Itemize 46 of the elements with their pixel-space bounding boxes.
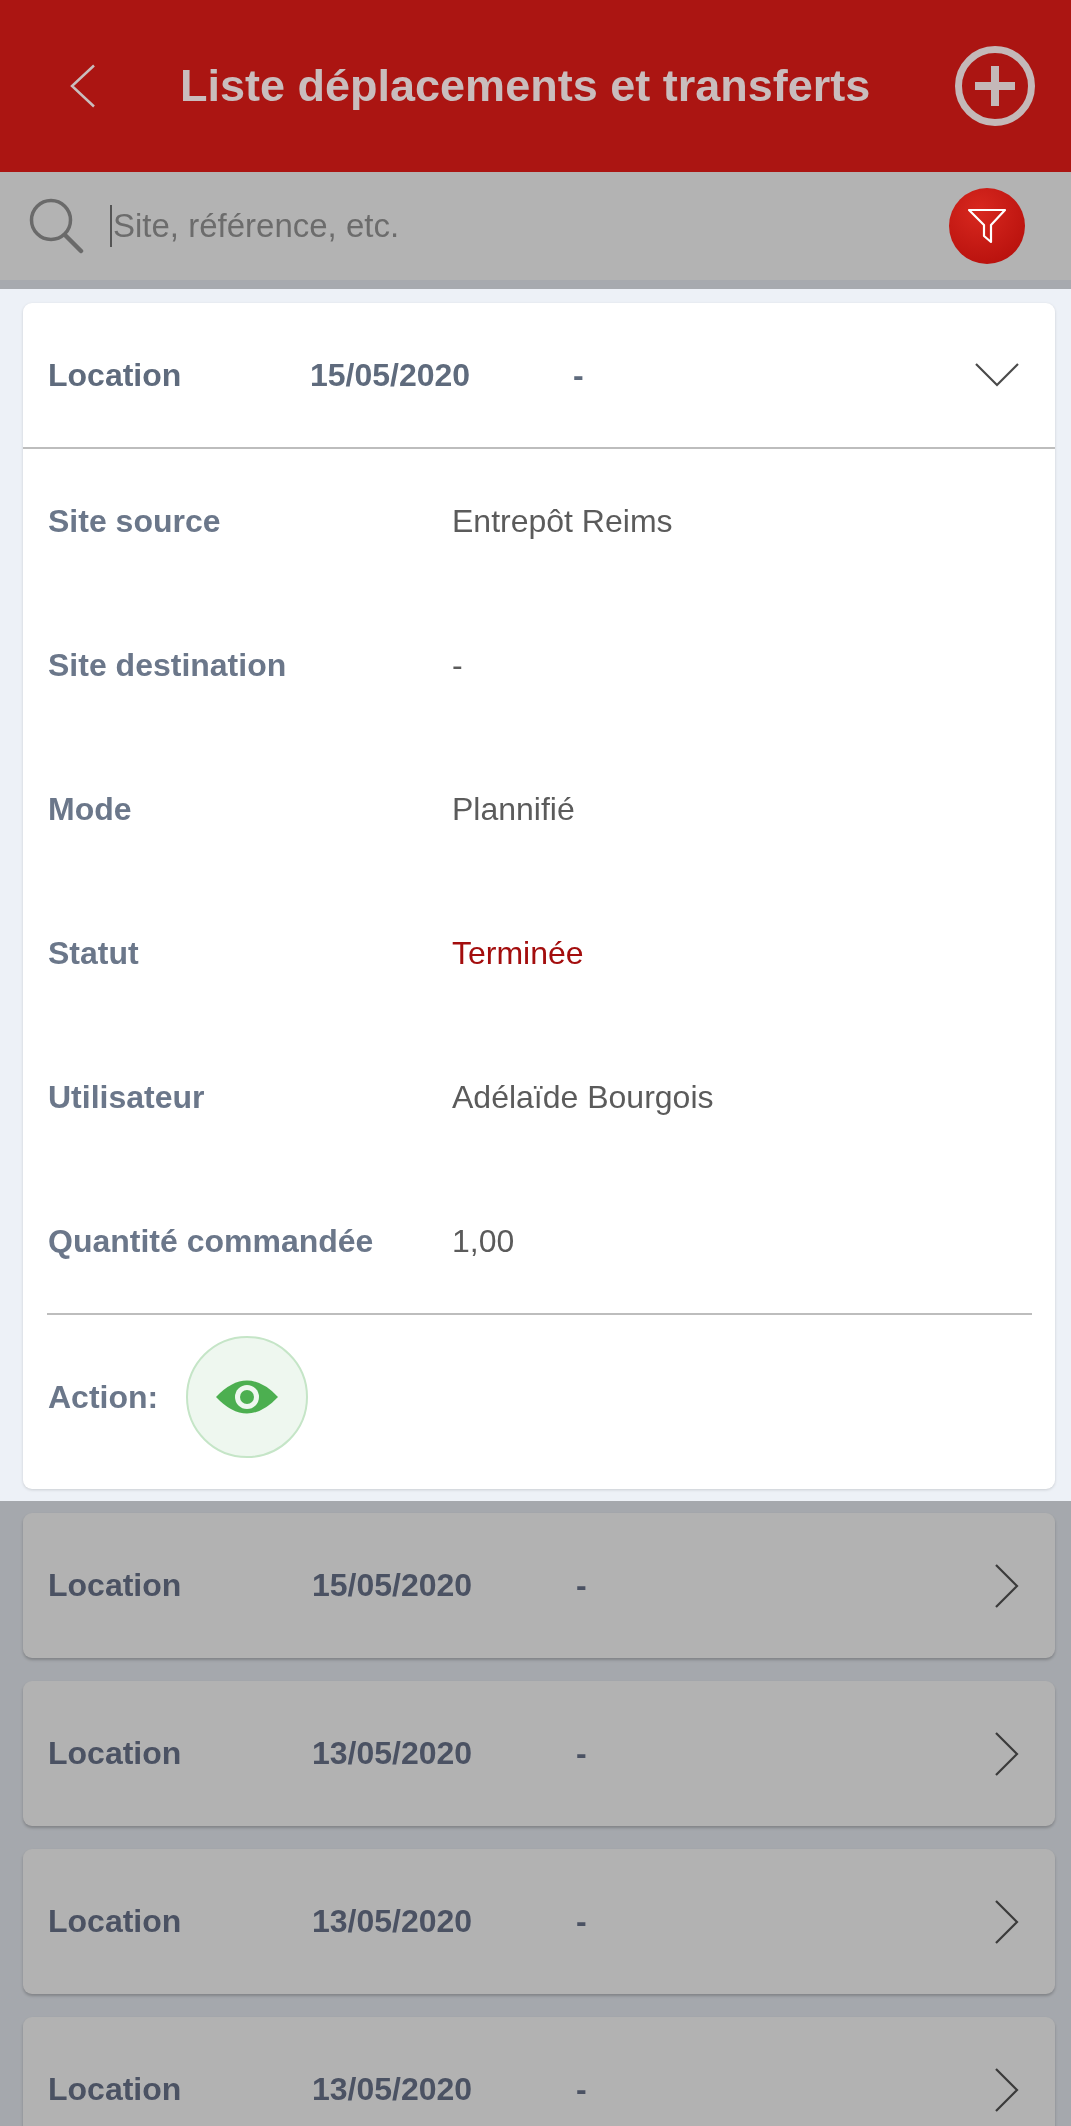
search-bar[interactable]: Site, référence, etc. [0, 172, 1071, 280]
card-title: Location [48, 356, 182, 394]
detail-label: Site destination [48, 646, 287, 684]
plus-circle-icon[interactable] [955, 46, 1035, 126]
transfer-card[interactable]: Location 13/05/2020 - [23, 2017, 1055, 2126]
search-icon [29, 198, 84, 254]
transfer-card[interactable]: Location 13/05/2020 - [23, 1849, 1055, 1994]
detail-label: Mode [48, 790, 132, 828]
detail-label: Quantité commandée [48, 1222, 374, 1260]
card-value: - [576, 1567, 587, 1604]
card-title: Location [48, 2071, 182, 2108]
card-value: - [576, 1903, 587, 1940]
card-value: - [576, 1735, 587, 1772]
card-value: - [576, 2071, 587, 2108]
detail-label: Utilisateur [48, 1078, 205, 1116]
detail-value: Terminée [452, 934, 584, 972]
card-title: Location [48, 1903, 182, 1940]
detail-label: Statut [48, 934, 139, 972]
transfer-card[interactable]: Location 15/05/2020 - Site source Entrepôt Reims Site destination - Mode Plannifié Statut Terminée Utilisateur Adélaïde Bourgois Quantité commandée 1,00 Action: [23, 303, 1055, 1489]
search-field[interactable]: Site, référence, etc. [112, 201, 929, 251]
action-label: Action: [48, 1378, 159, 1416]
detail-value: Adélaïde Bourgois [452, 1078, 714, 1116]
detail-value: - [452, 646, 463, 684]
card-title: Location [48, 1735, 182, 1772]
card-date: 13/05/2020 [312, 2071, 473, 2108]
card-date: 13/05/2020 [312, 1903, 473, 1940]
chevron-right-icon[interactable] [995, 2067, 1019, 2112]
detail-value: Entrepôt Reims [452, 502, 673, 540]
card-value: - [573, 356, 584, 394]
screen-title: Liste déplacements et transferts [180, 60, 872, 112]
transfer-card[interactable]: Location 15/05/2020 - [23, 1513, 1055, 1658]
detail-value: 1,00 [452, 1222, 515, 1260]
chevron-right-icon[interactable] [995, 1899, 1019, 1944]
chevron-left-icon[interactable] [70, 64, 96, 108]
chevron-right-icon[interactable] [995, 1563, 1019, 1608]
funnel-icon [967, 208, 1007, 244]
transfer-card[interactable]: Location 13/05/2020 - [23, 1681, 1055, 1826]
chevron-down-icon[interactable] [975, 363, 1019, 387]
text-cursor [110, 205, 112, 247]
card-title: Location [48, 1567, 182, 1604]
detail-value: Plannifié [452, 790, 575, 828]
detail-label: Site source [48, 502, 221, 540]
chevron-right-icon[interactable] [995, 1731, 1019, 1776]
card-date: 13/05/2020 [312, 1735, 473, 1772]
card-date: 15/05/2020 [310, 356, 471, 394]
card-date: 15/05/2020 [312, 1567, 473, 1604]
